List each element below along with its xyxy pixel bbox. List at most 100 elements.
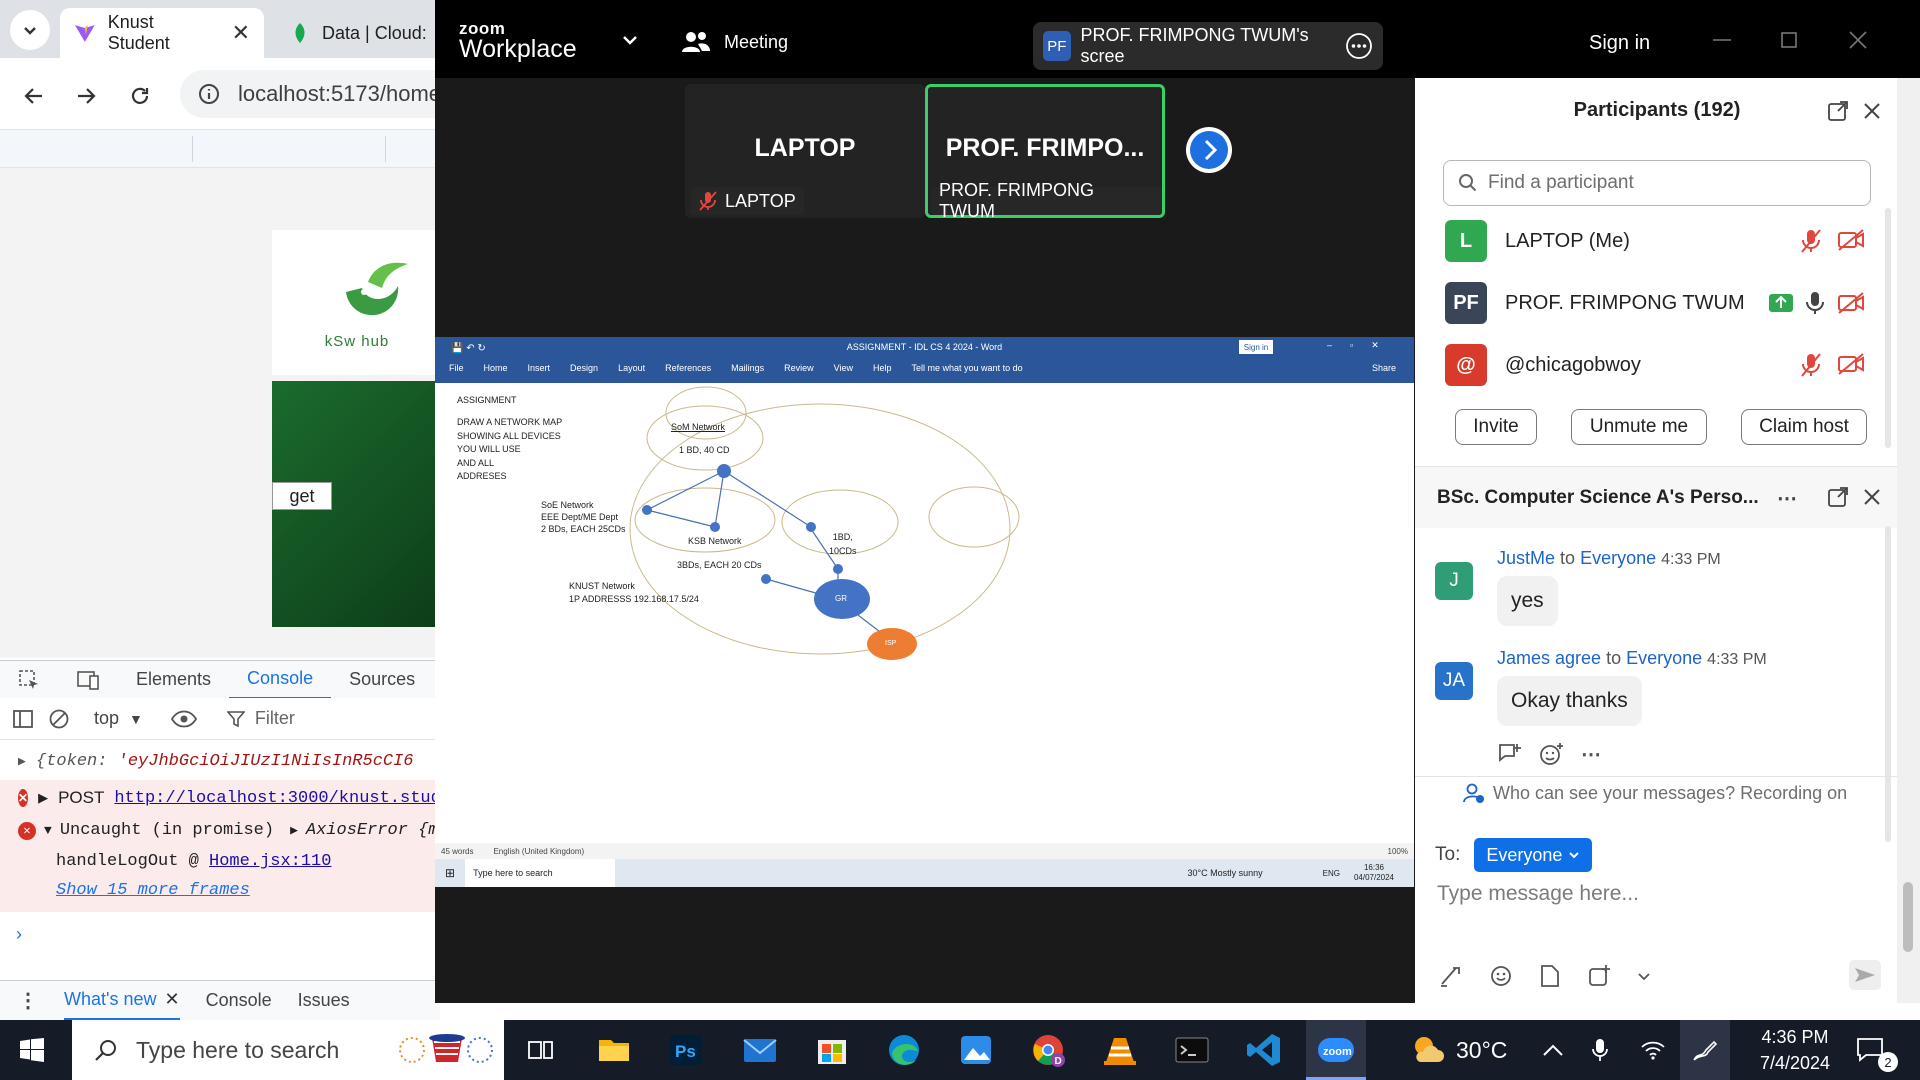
emoji-icon[interactable] [1489,964,1513,988]
zoom-window: zoom Workplace Meeting PF PROF. FRIMPONG… [435,0,1920,1003]
participants-scrollbar[interactable] [1885,208,1891,448]
sender-name[interactable]: JustMe [1497,548,1555,568]
avatar: L [1445,220,1487,262]
zoom-taskbar-item[interactable]: zoom [1306,1020,1366,1080]
console-post-error[interactable]: ✕ ▶ POST http://localhost:3000/knust.stu… [0,788,440,808]
people-icon [682,32,710,52]
format-text-icon[interactable] [1439,964,1463,988]
notifications-button[interactable]: 2 [1856,1020,1898,1080]
message-visibility-info[interactable]: Who can see your messages? Recording on [1463,782,1847,804]
filter-input[interactable]: Filter [211,708,295,729]
inspect-element-icon[interactable] [0,661,58,699]
microsoft-store-icon[interactable] [812,1030,852,1070]
get-button[interactable]: get [272,482,332,510]
file-icon[interactable] [1539,964,1561,988]
claim-host-button[interactable]: Claim host [1741,409,1867,445]
edge-icon[interactable] [884,1030,924,1070]
tab-data-cloud[interactable]: Data | Cloud: [276,8,446,58]
taskbar-search-box[interactable]: Type here to search [72,1020,504,1080]
stack-file-link[interactable]: Home.jsx:110 [209,852,331,871]
add-reaction-icon[interactable] [1539,742,1565,766]
invite-button[interactable]: Invite [1455,409,1537,445]
vlc-icon[interactable] [1100,1030,1140,1070]
windows-start-icon[interactable] [20,1038,44,1062]
drawer-tab-issues[interactable]: Issues [298,990,350,1011]
sidebar-toggle-icon[interactable] [12,708,34,730]
more-actions-icon[interactable]: ⋯ [1581,742,1601,767]
maximize-icon[interactable] [1781,32,1797,48]
back-button[interactable] [14,76,54,116]
participant-search-input[interactable]: Find a participant [1443,160,1871,206]
close-panel-icon[interactable] [1863,102,1881,120]
microphone-icon[interactable] [1592,1020,1608,1080]
chat-scrollbar[interactable] [1885,526,1891,842]
sun-cloud-icon [1415,1037,1444,1062]
file-explorer-icon[interactable] [594,1030,634,1070]
sender-name[interactable]: James agree [1497,648,1601,668]
screen-share-indicator[interactable]: PF PROF. FRIMPONG TWUM's scree [1033,22,1383,70]
console-token-line[interactable]: ▶ {token: 'eyJhbGciOiJIUzI1NiIsInR5cCI6 [0,752,440,771]
forward-button[interactable] [66,76,106,116]
weather-widget[interactable]: 30°C [1410,1020,1507,1080]
arrow-left-icon [24,88,42,104]
tab-label: Data | Cloud: [322,22,427,43]
reload-button[interactable] [120,76,160,116]
meeting-menu[interactable]: Meeting [682,30,788,54]
context-select[interactable]: top ▼ [84,708,143,729]
clock[interactable]: 4:36 PM 7/4/2024 [1752,1020,1838,1080]
pop-out-icon[interactable] [1827,486,1849,508]
screenshot-icon[interactable] [1587,964,1611,988]
sign-in-button[interactable]: Sign in [1589,32,1650,55]
message-input[interactable]: Type message here... [1437,882,1639,906]
close-icon[interactable]: ✕ [164,989,179,1010]
photos-icon[interactable] [956,1030,996,1070]
chevron-down-icon[interactable] [620,30,640,50]
console-uncaught-error[interactable]: ✕ ▼ Uncaught (in promise) ▶ AxiosError {… [0,821,440,840]
close-chat-icon[interactable] [1863,488,1881,506]
recipient-select[interactable]: Everyone [1474,838,1593,872]
vscode-icon[interactable] [1244,1030,1284,1070]
tab-console[interactable]: Console [229,661,332,699]
close-window-icon[interactable] [1848,30,1868,50]
more-options-icon[interactable] [1345,32,1373,60]
next-page-button[interactable] [1186,127,1232,173]
window-scrollbar[interactable] [1897,78,1920,1003]
drawer-tab-console[interactable]: Console [206,990,272,1011]
participant-row-laptop[interactable]: L LAPTOP (Me) [1445,217,1875,265]
console-stack-frame: handleLogOut @ Home.jsx:110 [56,852,332,871]
video-tile-prof-frimpong[interactable]: PROF. FRIMPO... PROF. FRIMPONG TWUM [925,84,1165,221]
photoshop-icon[interactable]: Ps [666,1030,706,1070]
drawer-tab-whats-new[interactable]: What's new ✕ [64,981,180,1020]
participant-name: @chicagobwoy [1505,353,1641,376]
wifi-icon[interactable] [1640,1020,1666,1080]
send-button[interactable] [1849,960,1881,990]
video-tile-laptop[interactable]: LAPTOP LAPTOP [685,84,925,218]
pen-workspace-icon[interactable] [1680,1020,1730,1080]
device-toolbar-icon[interactable] [58,661,118,699]
participant-row-chicagobwoy[interactable]: @ @chicagobwoy [1445,341,1875,389]
tab-sources[interactable]: Sources [331,661,433,699]
live-expression-icon[interactable] [157,710,197,728]
tab-search-button[interactable] [10,10,50,50]
chevron-down-icon[interactable] [1637,969,1651,983]
send-icon [1849,960,1881,990]
minimize-icon[interactable] [1711,30,1733,44]
console-prompt-icon[interactable]: › [16,924,22,945]
task-view-icon[interactable] [520,1030,560,1070]
tab-elements[interactable]: Elements [118,661,229,699]
post-url-link[interactable]: http://localhost:3000/knust.stude [114,789,440,808]
chat-more-icon[interactable]: ⋯ [1777,486,1797,511]
chrome-profile-icon[interactable]: D [1028,1030,1068,1070]
participant-row-prof-frimpong[interactable]: PF PROF. FRIMPONG TWUM [1445,279,1875,327]
pop-out-icon[interactable] [1827,100,1849,122]
kebab-menu-icon[interactable]: ⋮ [18,988,38,1013]
tab-knust-student[interactable]: Knust Student ✕ [60,8,264,58]
show-hidden-icons[interactable] [1542,1020,1564,1080]
terminal-icon[interactable] [1172,1030,1212,1070]
unmute-me-button[interactable]: Unmute me [1571,409,1707,445]
reply-icon[interactable] [1497,742,1523,766]
clear-console-icon[interactable] [48,708,70,730]
show-more-frames-link[interactable]: Show 15 more frames [0,881,440,900]
close-tab-icon[interactable]: ✕ [232,20,250,46]
mail-icon[interactable] [740,1030,780,1070]
